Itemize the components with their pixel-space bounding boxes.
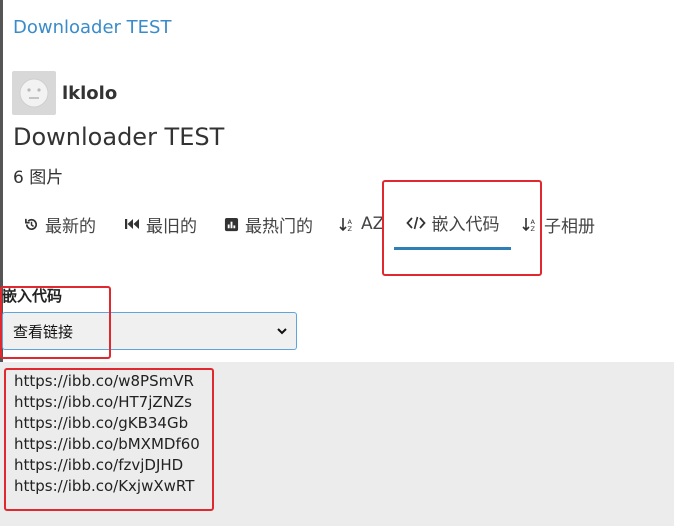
svg-text:Z: Z (531, 225, 536, 232)
embed-link: https://ibb.co/KxjwXwRT (14, 477, 195, 495)
breadcrumb-album-link[interactable]: Downloader TEST (13, 17, 171, 38)
avatar[interactable] (12, 71, 56, 115)
embed-link: https://ibb.co/bMXMDf60 (14, 435, 200, 453)
embed-link: https://ibb.co/w8PSmVR (14, 372, 194, 390)
code-icon (405, 216, 426, 230)
image-count: 6 图片 (13, 168, 64, 188)
sort-alpha-icon: AZ (339, 217, 355, 232)
chart-icon (224, 217, 239, 232)
select-value: 查看链接 (13, 322, 74, 341)
tab-popular[interactable]: 最热门的 (224, 198, 313, 250)
album-title: Downloader TEST (13, 123, 225, 151)
embed-code-label: 嵌入代码 (2, 287, 63, 305)
tab-label: AZ (361, 214, 385, 234)
svg-text:Z: Z (348, 225, 353, 232)
tab-newest[interactable]: 最新的 (24, 198, 96, 250)
embed-link: https://ibb.co/gKB34Gb (14, 414, 189, 432)
sort-alpha-icon: AZ (522, 217, 538, 232)
tab-label: 最新的 (45, 216, 96, 237)
tab-embed-code[interactable]: 嵌入代码 (394, 198, 511, 250)
tab-label: 子相册 (544, 216, 595, 237)
username[interactable]: lklolo (62, 83, 117, 104)
chevron-down-icon (277, 328, 287, 335)
default-avatar-icon (19, 78, 49, 108)
tab-label: 嵌入代码 (431, 215, 500, 235)
tab-label: 最旧的 (146, 216, 197, 237)
embed-link: https://ibb.co/fzvjDJHD (14, 456, 184, 474)
history-icon (24, 217, 39, 232)
embed-code-content: https://ibb.co/w8PSmVR https://ibb.co/HT… (14, 371, 200, 497)
tab-label: 最热门的 (245, 216, 313, 237)
skip-back-icon (124, 217, 140, 231)
tab-oldest[interactable]: 最旧的 (124, 198, 197, 250)
tab-az[interactable]: AZ AZ (339, 198, 384, 250)
embed-link: https://ibb.co/HT7jZNZs (14, 393, 192, 411)
embed-format-select[interactable]: 查看链接 (2, 312, 297, 350)
tab-sub-albums[interactable]: AZ 子相册 (522, 198, 595, 250)
album-tabs: 最新的 最旧的 最热门的 AZ AZ 嵌入代码 AZ 子相册 (0, 198, 674, 250)
